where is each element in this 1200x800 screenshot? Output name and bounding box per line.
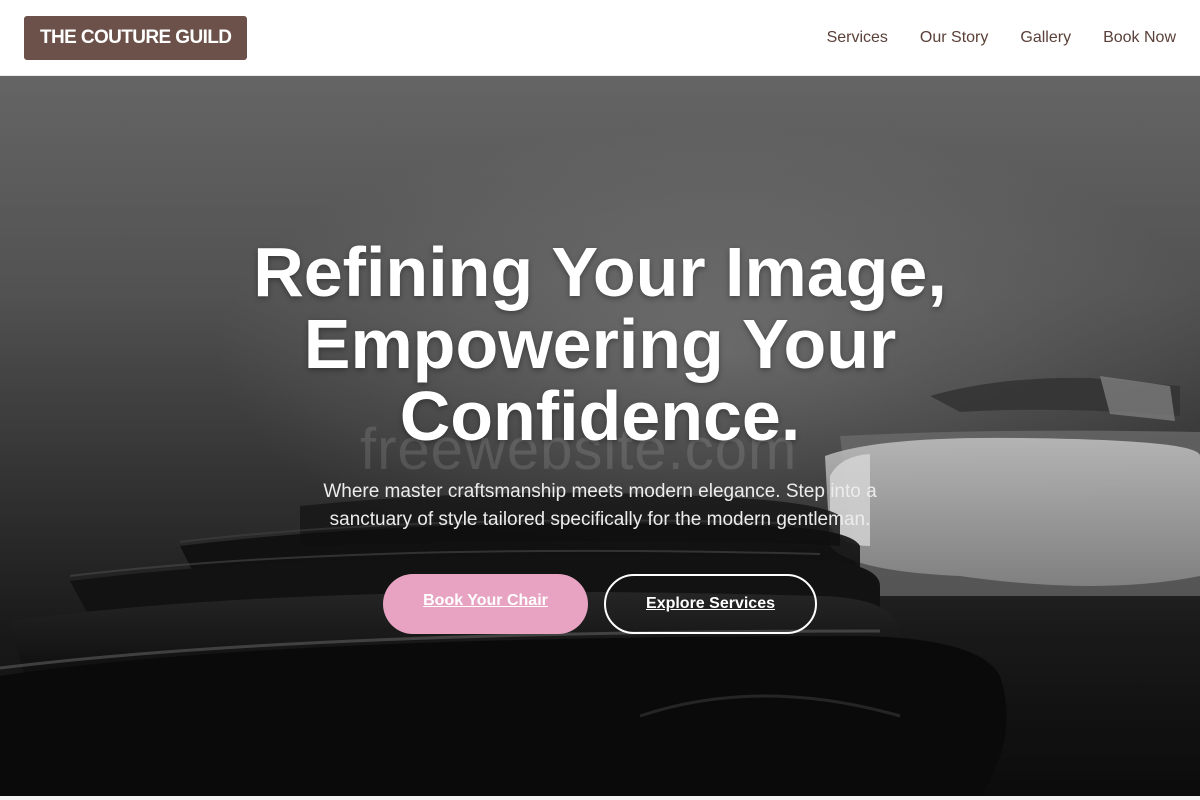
page-bottom-divider (0, 796, 1200, 800)
nav-link-services[interactable]: Services (827, 29, 888, 47)
site-header: THE COUTURE GUILD Services Our Story Gal… (0, 0, 1200, 76)
hero-subtitle: Where master craftsmanship meets modern … (323, 481, 877, 530)
hero-content: Refining Your Image, Empowering Your Con… (0, 76, 1200, 796)
hero-section: freewebsite.com Refining Your Image, Emp… (0, 76, 1200, 796)
nav-link-gallery[interactable]: Gallery (1020, 29, 1071, 47)
hero-headline: Refining Your Image, Empowering Your Con… (150, 236, 1050, 452)
book-your-chair-button[interactable]: Book Your Chair (383, 574, 588, 634)
hero-headline-line-1: Refining Your Image, (253, 233, 947, 311)
brand-logo[interactable]: THE COUTURE GUILD (24, 15, 248, 60)
page: THE COUTURE GUILD Services Our Story Gal… (0, 0, 1200, 800)
nav-link-book-now[interactable]: Book Now (1103, 29, 1176, 47)
nav-link-our-story[interactable]: Our Story (920, 29, 988, 47)
hero-headline-line-3: Confidence. (399, 377, 801, 455)
explore-services-button[interactable]: Explore Services (604, 574, 817, 634)
hero-headline-line-2: Empowering Your (303, 305, 897, 383)
main-nav: Services Our Story Gallery Book Now (827, 29, 1176, 47)
